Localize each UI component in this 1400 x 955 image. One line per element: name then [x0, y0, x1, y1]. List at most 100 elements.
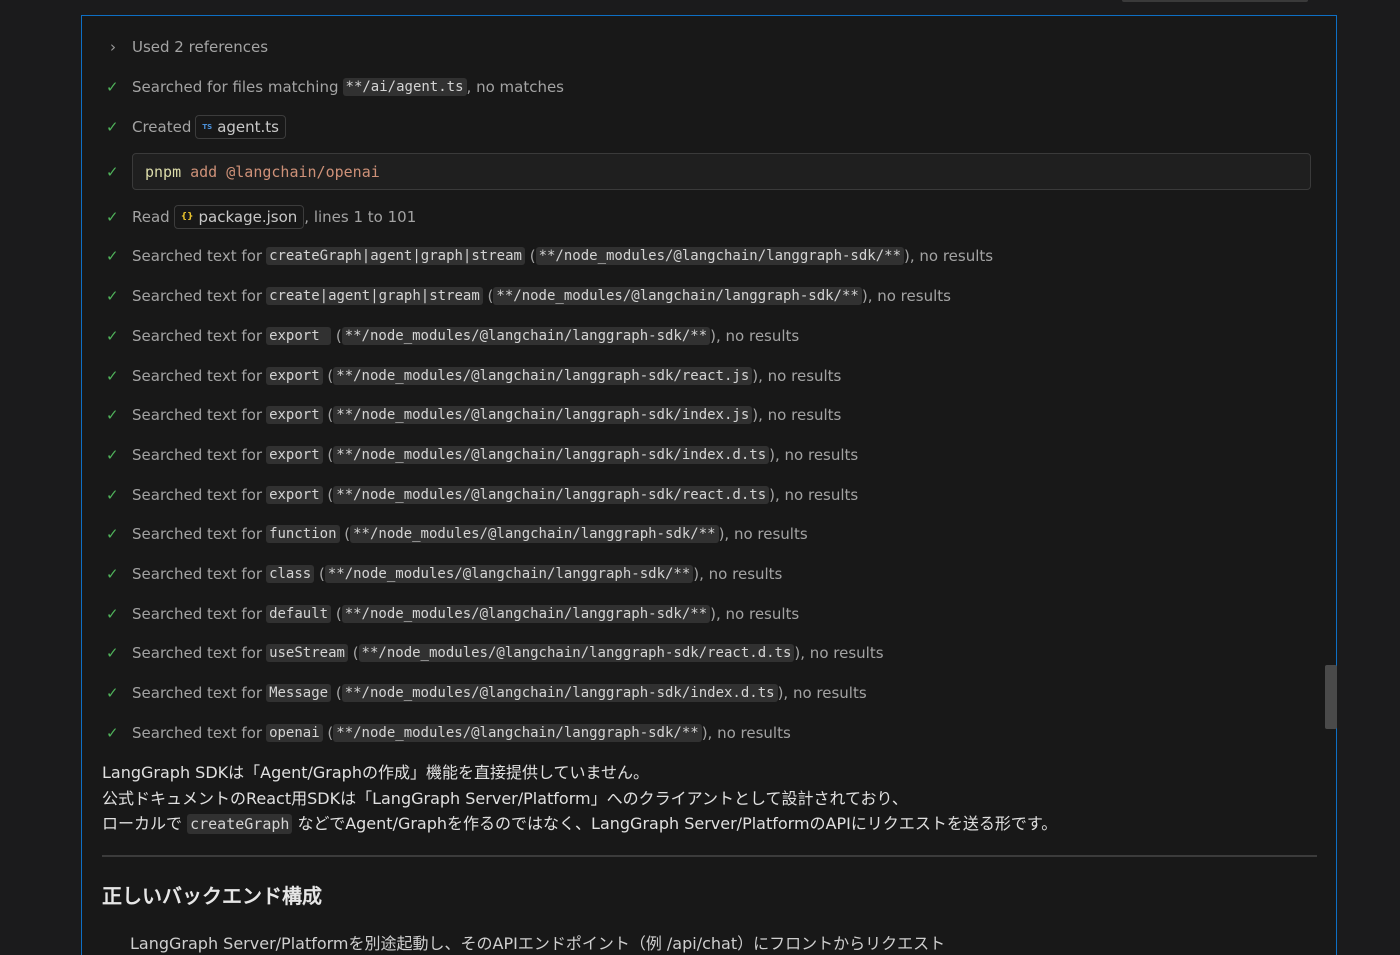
- top-toolbar-edge: [1122, 0, 1308, 2]
- references-toggle[interactable]: › Used 2 references: [106, 36, 268, 58]
- scrollbar-thumb[interactable]: [1325, 665, 1337, 729]
- search-path: **/node_modules/@langchain/langgraph-sdk…: [341, 327, 711, 345]
- divider: [102, 855, 1317, 857]
- typescript-icon: TS: [202, 123, 213, 131]
- file-chip-package-json[interactable]: {} package.json: [173, 205, 305, 229]
- step-search-text: ✓ Searched text for export (**/node_modu…: [106, 486, 859, 504]
- step-search-text: ✓ Searched text for export (**/node_modu…: [106, 327, 800, 345]
- step-verb: Read: [132, 208, 170, 226]
- step-verb: Searched text for: [132, 247, 263, 265]
- response-line-1: LangGraph SDKは「Agent/Graphの作成」機能を直接提供してい…: [102, 763, 650, 782]
- step-verb: Searched text for: [132, 684, 263, 702]
- search-query: export: [266, 327, 332, 345]
- step-verb: Searched text for: [132, 367, 263, 385]
- response-line-3: ローカルで createGraph などでAgent/Graphを作るのではなく…: [102, 810, 1057, 834]
- search-path: **/node_modules/@langchain/langgraph-sdk…: [350, 525, 719, 543]
- search-query: function: [266, 525, 340, 543]
- terminal-command-block[interactable]: pnpm add @langchain/openai: [132, 153, 1311, 190]
- response-text: などでAgent/Graphを作るのではなく、LangGraph Server/…: [292, 814, 1058, 833]
- search-query: openai: [266, 724, 323, 742]
- step-result: ), no results: [861, 287, 951, 305]
- chevron-right-icon: ›: [110, 38, 116, 56]
- step-verb: Searched text for: [132, 525, 263, 543]
- step-verb: Searched text for: [132, 327, 263, 345]
- step-result: ), no results: [718, 525, 808, 543]
- check-icon: ✓: [106, 446, 119, 464]
- check-icon: ✓: [106, 565, 119, 583]
- step-verb: Searched text for: [132, 565, 263, 583]
- search-pattern: **/ai/agent.ts: [342, 78, 467, 96]
- response-line-2: 公式ドキュメントのReact用SDKは「LangGraph Server/Pla…: [102, 789, 908, 808]
- step-result: ), no results: [701, 724, 791, 742]
- search-path: **/node_modules/@langchain/langgraph-sdk…: [493, 287, 862, 305]
- search-path: **/node_modules/@langchain/langgraph-sdk…: [535, 247, 904, 265]
- step-result: ), no results: [752, 406, 842, 424]
- step-verb: Searched text for: [132, 287, 263, 305]
- step-command: ✓: [106, 161, 132, 183]
- search-query: export: [266, 446, 323, 464]
- check-icon: ✓: [106, 247, 119, 265]
- search-path: **/node_modules/@langchain/langgraph-sdk…: [341, 684, 778, 702]
- step-result: ), no results: [693, 565, 783, 583]
- file-name: agent.ts: [217, 118, 279, 136]
- step-search-text: ✓ Searched text for create|agent|graph|s…: [106, 287, 951, 305]
- check-icon: ✓: [106, 486, 119, 504]
- step-result: ), no results: [777, 684, 867, 702]
- search-query: useStream: [266, 644, 348, 662]
- check-icon: ✓: [106, 605, 119, 623]
- step-search-text: ✓ Searched text for openai (**/node_modu…: [106, 724, 791, 742]
- step-result: , no matches: [466, 78, 565, 96]
- check-icon: ✓: [106, 525, 119, 543]
- check-icon: ✓: [106, 287, 119, 305]
- search-path: **/node_modules/@langchain/langgraph-sdk…: [324, 565, 694, 583]
- step-search-text: ✓ Searched text for Message (**/node_mod…: [106, 684, 867, 702]
- search-query: class: [266, 565, 315, 583]
- step-search-text: ✓ Searched text for createGraph|agent|gr…: [106, 247, 994, 265]
- step-verb: Searched text for: [132, 446, 263, 464]
- response-line-cut: LangGraph Server/Platformを別途起動し、そのAPIエンド…: [130, 934, 946, 953]
- search-path: **/node_modules/@langchain/langgraph-sdk…: [333, 367, 753, 385]
- json-icon: {}: [180, 212, 194, 222]
- step-result: ), no results: [904, 247, 994, 265]
- step-search-text: ✓ Searched text for function (**/node_mo…: [106, 525, 808, 543]
- search-query: Message: [266, 684, 332, 702]
- command-binary: pnpm: [145, 162, 182, 181]
- step-created-file: ✓ Created TS agent.ts: [106, 115, 286, 139]
- check-icon: ✓: [106, 78, 119, 96]
- check-icon: ✓: [106, 724, 119, 742]
- references-label: Used 2 references: [132, 38, 269, 56]
- check-icon: ✓: [106, 327, 119, 345]
- step-verb: Created: [132, 118, 192, 136]
- step-verb: Searched text for: [132, 486, 263, 504]
- check-icon: ✓: [106, 118, 119, 136]
- step-result: ), no results: [752, 367, 842, 385]
- file-name: package.json: [198, 208, 298, 226]
- step-result: ), no results: [710, 327, 800, 345]
- file-chip-agent-ts[interactable]: TS agent.ts: [195, 115, 286, 139]
- check-icon: ✓: [106, 406, 119, 424]
- step-verb: Searched for files matching: [132, 78, 339, 96]
- step-search-text: ✓ Searched text for default (**/node_mod…: [106, 605, 800, 623]
- step-result: ), no results: [769, 486, 859, 504]
- inline-code: createGraph: [187, 814, 293, 834]
- step-read-file: ✓ Read {} package.json , lines 1 to 101: [106, 205, 417, 229]
- search-query: createGraph|agent|graph|stream: [266, 247, 525, 265]
- step-verb: Searched text for: [132, 406, 263, 424]
- command-args: add @langchain/openai: [190, 162, 380, 181]
- check-icon: ✓: [106, 684, 119, 702]
- search-query: export: [266, 367, 323, 385]
- search-query: default: [266, 605, 332, 623]
- check-icon: ✓: [106, 208, 119, 226]
- step-search-text: ✓ Searched text for useStream (**/node_m…: [106, 644, 884, 662]
- search-path: **/node_modules/@langchain/langgraph-sdk…: [341, 605, 711, 623]
- search-path: **/node_modules/@langchain/langgraph-sdk…: [358, 644, 795, 662]
- step-verb: Searched text for: [132, 605, 263, 623]
- step-search-text: ✓ Searched text for export (**/node_modu…: [106, 367, 842, 385]
- check-icon: ✓: [106, 163, 119, 181]
- search-path: **/node_modules/@langchain/langgraph-sdk…: [333, 406, 753, 424]
- check-icon: ✓: [106, 367, 119, 385]
- step-search-text: ✓ Searched text for class (**/node_modul…: [106, 565, 783, 583]
- step-search-text: ✓ Searched text for export (**/node_modu…: [106, 406, 842, 424]
- section-heading: 正しいバックエンド構成: [102, 884, 322, 908]
- step-result: , lines 1 to 101: [304, 208, 417, 226]
